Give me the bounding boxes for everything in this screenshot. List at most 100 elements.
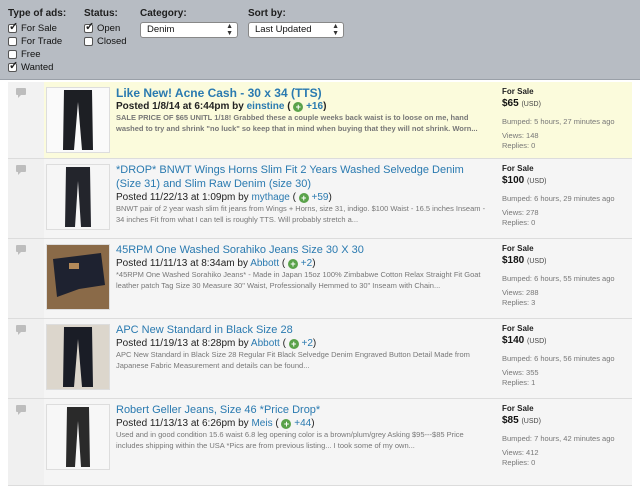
ad-type: For Sale bbox=[502, 324, 534, 333]
price-value: $180 bbox=[502, 255, 525, 266]
label-free: Free bbox=[21, 49, 41, 60]
sort-select[interactable]: Last Updated ▲ ▼ bbox=[248, 22, 344, 38]
username-link[interactable]: mythage bbox=[251, 192, 289, 203]
checkbox-open[interactable] bbox=[84, 21, 94, 33]
listing-row: Robert Geller Jeans, Size 46 *Price Drop… bbox=[8, 399, 632, 486]
listing-content: Robert Geller Jeans, Size 46 *Price Drop… bbox=[116, 403, 488, 451]
checkbox-free[interactable] bbox=[8, 50, 17, 59]
select-arrows-icon: ▲ ▼ bbox=[332, 23, 339, 37]
reputation-score[interactable]: +2 bbox=[301, 258, 312, 269]
reputation-score[interactable]: +44 bbox=[294, 418, 311, 429]
listing-description: SALE PRICE OF $65 UNITL 1/18! Grabbed th… bbox=[116, 113, 478, 133]
status-closed[interactable]: Closed bbox=[84, 35, 127, 48]
currency: (USD) bbox=[527, 178, 547, 185]
listing-row: APC New Standard in Black Size 28 Posted… bbox=[8, 319, 632, 399]
label-open: Open bbox=[97, 23, 121, 34]
listing-title[interactable]: 45RPM One Washed Sorahiko Jeans Size 30 … bbox=[116, 243, 488, 257]
ad-type: For Sale bbox=[502, 87, 534, 96]
status-filter-heading: Status: bbox=[84, 8, 118, 19]
select-arrows-icon: ▲ ▼ bbox=[226, 23, 233, 37]
comment-column bbox=[8, 82, 44, 158]
reputation-score[interactable]: +59 bbox=[312, 192, 329, 203]
type-for-sale[interactable]: For Sale bbox=[8, 21, 66, 35]
currency: (USD) bbox=[527, 338, 547, 345]
posted-line: Posted 11/13/13 at 6:26pm by Meis ( + +4… bbox=[116, 418, 315, 429]
price-value: $65 bbox=[502, 98, 519, 109]
sort-filter-heading: Sort by: bbox=[248, 8, 286, 19]
reputation-score[interactable]: +2 bbox=[302, 338, 313, 349]
listing-thumbnail[interactable] bbox=[46, 324, 110, 390]
ad-type: For Sale bbox=[502, 404, 534, 413]
comment-icon[interactable] bbox=[16, 245, 26, 255]
views-count: Views: 288 bbox=[502, 288, 539, 297]
price-value: $100 bbox=[502, 175, 525, 186]
plus-icon: + bbox=[288, 339, 299, 349]
listing-description: APC New Standard in Black Size 28 Regula… bbox=[116, 350, 470, 370]
sort-filter: Sort by: bbox=[248, 8, 286, 22]
comment-icon[interactable] bbox=[16, 165, 26, 175]
posted-date: Posted 11/22/13 at 1:09pm by bbox=[116, 192, 249, 203]
type-wanted[interactable]: Wanted bbox=[8, 60, 66, 74]
listing-details: For Sale $140 (USD) Bumped: 6 hours, 56 … bbox=[502, 323, 632, 388]
filter-bar: Type of ads: For Sale For Trade Free Wan… bbox=[0, 0, 640, 80]
checkbox-for-sale[interactable] bbox=[8, 21, 18, 33]
replies-count: Replies: 0 bbox=[502, 458, 536, 467]
bumped-time: Bumped: 5 hours, 27 minutes ago bbox=[502, 117, 615, 126]
username-link[interactable]: Meis bbox=[251, 418, 272, 429]
price: $180 (USD) bbox=[502, 254, 632, 268]
listing-title[interactable]: APC New Standard in Black Size 28 bbox=[116, 323, 488, 337]
comment-column bbox=[8, 319, 44, 398]
checkbox-closed[interactable] bbox=[84, 37, 93, 46]
views-count: Views: 278 bbox=[502, 208, 539, 217]
posted-line: Posted 1/8/14 at 6:44pm by einstine ( + … bbox=[116, 101, 327, 112]
replies-count: Replies: 0 bbox=[502, 218, 536, 227]
label-wanted: Wanted bbox=[21, 62, 54, 73]
listing-description: Used and in good condition 15.6 waist 6.… bbox=[116, 430, 464, 450]
views-count: Views: 355 bbox=[502, 368, 539, 377]
type-filter: Type of ads: For Sale For Trade Free Wan… bbox=[8, 8, 66, 74]
label-for-trade: For Trade bbox=[21, 36, 63, 47]
posted-line: Posted 11/19/13 at 8:28pm by Abbott ( + … bbox=[116, 338, 317, 349]
checkbox-for-trade[interactable] bbox=[8, 37, 17, 46]
category-filter: Category: bbox=[140, 8, 187, 22]
label-for-sale: For Sale bbox=[21, 23, 57, 34]
listing-content: 45RPM One Washed Sorahiko Jeans Size 30 … bbox=[116, 243, 488, 291]
listing-details: For Sale $65 (USD) Bumped: 5 hours, 27 m… bbox=[502, 86, 632, 151]
type-filter-heading: Type of ads: bbox=[8, 8, 67, 19]
listing-thumbnail[interactable] bbox=[46, 164, 110, 230]
listing-details: For Sale $100 (USD) Bumped: 6 hours, 29 … bbox=[502, 163, 632, 228]
listing-title[interactable]: Robert Geller Jeans, Size 46 *Price Drop… bbox=[116, 403, 488, 417]
price-value: $85 bbox=[502, 415, 519, 426]
listing-thumbnail[interactable] bbox=[46, 244, 110, 310]
posted-date: Posted 11/19/13 at 8:28pm by bbox=[116, 338, 249, 349]
views-count: Views: 148 bbox=[502, 131, 539, 140]
views-count: Views: 412 bbox=[502, 448, 539, 457]
price-value: $140 bbox=[502, 335, 525, 346]
username-link[interactable]: Abbott bbox=[250, 258, 279, 269]
listing-details: For Sale $85 (USD) Bumped: 7 hours, 42 m… bbox=[502, 403, 632, 468]
posted-line: Posted 11/11/13 at 8:34am by Abbott ( + … bbox=[116, 258, 316, 269]
plus-icon: + bbox=[293, 102, 304, 112]
plus-icon: + bbox=[298, 193, 309, 203]
listing-title[interactable]: Like New! Acne Cash - 30 x 34 (TTS) bbox=[116, 86, 488, 100]
comment-icon[interactable] bbox=[16, 405, 26, 415]
label-closed: Closed bbox=[97, 36, 127, 47]
price: $85 (USD) bbox=[502, 414, 632, 428]
comment-icon[interactable] bbox=[16, 88, 26, 98]
username-link[interactable]: einstine bbox=[247, 101, 285, 112]
category-select[interactable]: Denim ▲ ▼ bbox=[140, 22, 238, 38]
username-link[interactable]: Abbott bbox=[251, 338, 280, 349]
checkbox-wanted[interactable] bbox=[8, 60, 18, 72]
jeans-image bbox=[47, 325, 109, 389]
listing-row: 45RPM One Washed Sorahiko Jeans Size 30 … bbox=[8, 239, 632, 319]
listing-content: APC New Standard in Black Size 28 Posted… bbox=[116, 323, 488, 371]
listing-thumbnail[interactable] bbox=[46, 404, 110, 470]
status-open[interactable]: Open bbox=[84, 21, 127, 35]
comment-icon[interactable] bbox=[16, 325, 26, 335]
category-select-value: Denim bbox=[147, 24, 175, 35]
replies-count: Replies: 3 bbox=[502, 298, 536, 307]
listing-thumbnail[interactable] bbox=[46, 87, 110, 153]
reputation-score[interactable]: +16 bbox=[306, 101, 323, 112]
listing-title[interactable]: *DROP* BNWT Wings Horns Slim Fit 2 Years… bbox=[116, 163, 488, 191]
type-for-trade[interactable]: For Trade bbox=[8, 35, 66, 48]
